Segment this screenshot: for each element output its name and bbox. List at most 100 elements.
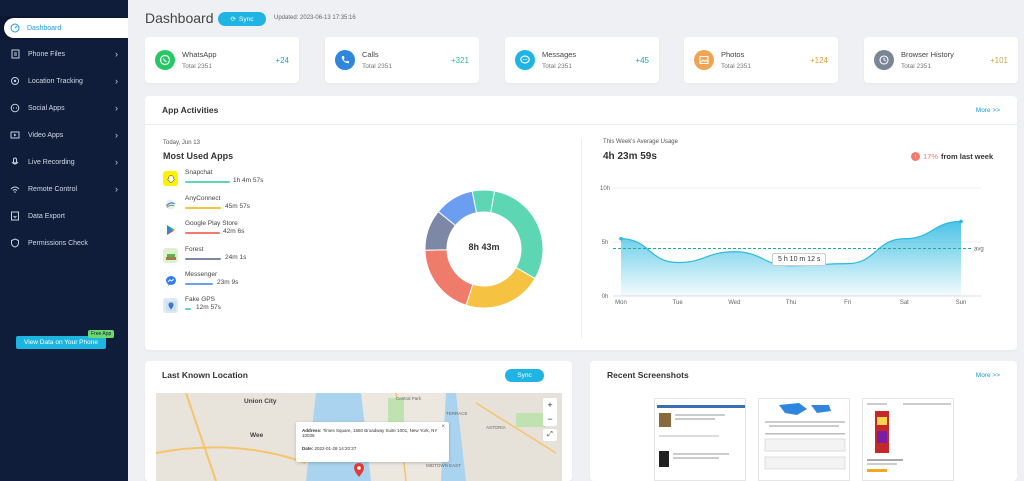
stat-card-browser-history[interactable]: Browser History Total 2351 +101 <box>864 37 1018 83</box>
stat-card-photos[interactable]: Photos Total 2351 +124 <box>684 37 838 83</box>
anyconnect-icon <box>163 197 178 212</box>
map-pin-icon[interactable] <box>354 463 364 477</box>
app-name: Fake GPS <box>185 296 215 303</box>
stat-total: Total 2351 <box>542 63 572 70</box>
app-duration: 23m 9s <box>217 279 239 286</box>
shield-icon <box>10 238 20 248</box>
y-tick-label: 0h <box>602 294 609 300</box>
donut-slice-snapchat[interactable] <box>490 190 544 280</box>
stat-delta: +124 <box>809 56 828 65</box>
app-name: Google Play Store <box>185 220 238 227</box>
date-value: 2022-01-28 14:20:37 <box>314 446 357 451</box>
sidebar-item-label: Location Tracking <box>28 77 83 85</box>
sidebar-item-live-recording[interactable]: Live Recording › <box>0 153 128 171</box>
location-sync-button[interactable]: Sync <box>505 369 544 382</box>
app-activities-card: App Activities More >> Today, Jun 13 Mos… <box>145 96 1017 350</box>
photo-icon <box>694 50 714 70</box>
trend-up-icon: ↑ <box>911 152 920 161</box>
trend-percent: 17% <box>923 152 939 161</box>
sidebar-item-dashboard[interactable]: Dashboard <box>4 18 128 38</box>
activities-more-link[interactable]: More >> <box>976 107 1000 114</box>
stat-name: Browser History <box>901 50 954 59</box>
app-name: Messenger <box>185 271 218 278</box>
screenshot-thumbnail[interactable] <box>758 398 850 481</box>
app-duration: 12m 57s <box>196 304 221 311</box>
map-label: Central Park <box>396 396 422 401</box>
map-label: TERRACE <box>446 411 468 416</box>
stat-card-whatsapp[interactable]: WhatsApp Total 2351 +24 <box>145 37 299 83</box>
gauge-icon <box>10 23 20 33</box>
sidebar-item-label: Phone Files <box>28 50 65 58</box>
stat-total: Total 2351 <box>182 63 212 70</box>
snapchat-icon <box>163 171 178 186</box>
stat-name: WhatsApp <box>182 50 217 59</box>
stat-card-messages[interactable]: Messages Total 2351 +45 <box>505 37 659 83</box>
video-icon <box>10 130 20 140</box>
zoom-out-button[interactable]: − <box>547 414 552 424</box>
sync-label: Sync <box>239 15 254 23</box>
sidebar-item-permissions-check[interactable]: Permissions Check <box>0 234 128 252</box>
chevron-right-icon: › <box>115 157 118 167</box>
donut-slice-google-play-store[interactable] <box>424 249 474 306</box>
page-title: Dashboard <box>145 10 214 26</box>
y-tick-label: 5h <box>602 240 609 246</box>
screenshots-more-link[interactable]: More >> <box>976 372 1000 379</box>
weekly-title: This Week's Average Usage <box>603 139 678 145</box>
map-info-popup: Address: Times Square, 1560 Broadway Sui… <box>296 422 449 462</box>
chevron-right-icon: › <box>115 76 118 86</box>
data-point <box>619 236 623 241</box>
donut-slice-fake-gps[interactable] <box>471 189 496 214</box>
screenshot-thumbnail[interactable] <box>862 398 954 481</box>
fullscreen-icon[interactable]: ⤢ <box>543 429 557 441</box>
history-icon <box>874 50 894 70</box>
app-duration: 45m 57s <box>225 203 250 210</box>
x-tick-label: Sat <box>900 300 909 306</box>
sidebar-item-label: Data Export <box>28 212 65 220</box>
x-tick-label: Sun <box>956 300 967 306</box>
donut-slice-anyconnect[interactable] <box>465 266 536 309</box>
popup-address: Address: Times Square, 1560 Broadway Sui… <box>302 428 443 438</box>
map-label: ASTORIA <box>486 425 506 430</box>
screenshot-thumbnail[interactable] <box>654 398 746 481</box>
sidebar-item-video-apps[interactable]: Video Apps › <box>0 126 128 144</box>
chevron-right-icon: › <box>115 49 118 59</box>
sidebar-item-data-export[interactable]: Data Export <box>0 207 128 225</box>
export-icon <box>10 211 20 221</box>
trend-text: from last week <box>941 152 994 161</box>
stat-name: Photos <box>721 50 745 59</box>
sidebar-item-label: Remote Control <box>28 185 78 193</box>
message-icon <box>515 50 535 70</box>
sidebar-item-label: Permissions Check <box>28 239 88 247</box>
divider <box>145 124 1017 125</box>
main-content: Dashboard ⟳ Sync Updated: 2023-06-13 17:… <box>128 0 1024 481</box>
app-duration: 24m 1s <box>225 254 247 261</box>
location-map[interactable]: Union City Wee TERRACE ASTORIA MIDTOWN E… <box>156 393 562 481</box>
map-label: Union City <box>244 398 277 405</box>
stat-name: Calls <box>362 50 379 59</box>
fake-gps-icon <box>163 298 178 313</box>
popup-date: Date: 2022-01-28 14:20:37 <box>302 446 443 451</box>
updated-timestamp: Updated: 2023-06-13 17:35:16 <box>274 15 356 21</box>
stat-delta: +45 <box>635 56 649 65</box>
sidebar-item-label: Social Apps <box>28 104 65 112</box>
sidebar-item-phone-files[interactable]: Phone Files › <box>0 45 128 63</box>
header-sync-button[interactable]: ⟳ Sync <box>218 12 266 26</box>
weekly-value: 4h 23m 59s <box>603 151 657 162</box>
zoom-in-button[interactable]: + <box>547 400 552 410</box>
usage-bar <box>185 308 191 310</box>
data-point <box>959 219 963 224</box>
map-label: Wee <box>250 432 264 439</box>
app-duration: 1h 4m 57s <box>233 177 264 184</box>
stat-card-calls[interactable]: Calls Total 2351 +321 <box>325 37 479 83</box>
sidebar-item-remote-control[interactable]: Remote Control › <box>0 180 128 198</box>
stat-total: Total 2351 <box>721 63 751 70</box>
chevron-right-icon: › <box>115 103 118 113</box>
sidebar: Dashboard Phone Files › Location Trackin… <box>0 0 128 481</box>
remote-icon <box>10 184 20 194</box>
sidebar-item-social-apps[interactable]: Social Apps › <box>0 99 128 117</box>
sidebar-item-location-tracking[interactable]: Location Tracking › <box>0 72 128 90</box>
close-icon[interactable]: × <box>441 424 445 430</box>
sidebar-item-label: Dashboard <box>27 24 62 32</box>
stat-delta: +101 <box>989 56 1008 65</box>
usage-bar <box>185 258 221 260</box>
